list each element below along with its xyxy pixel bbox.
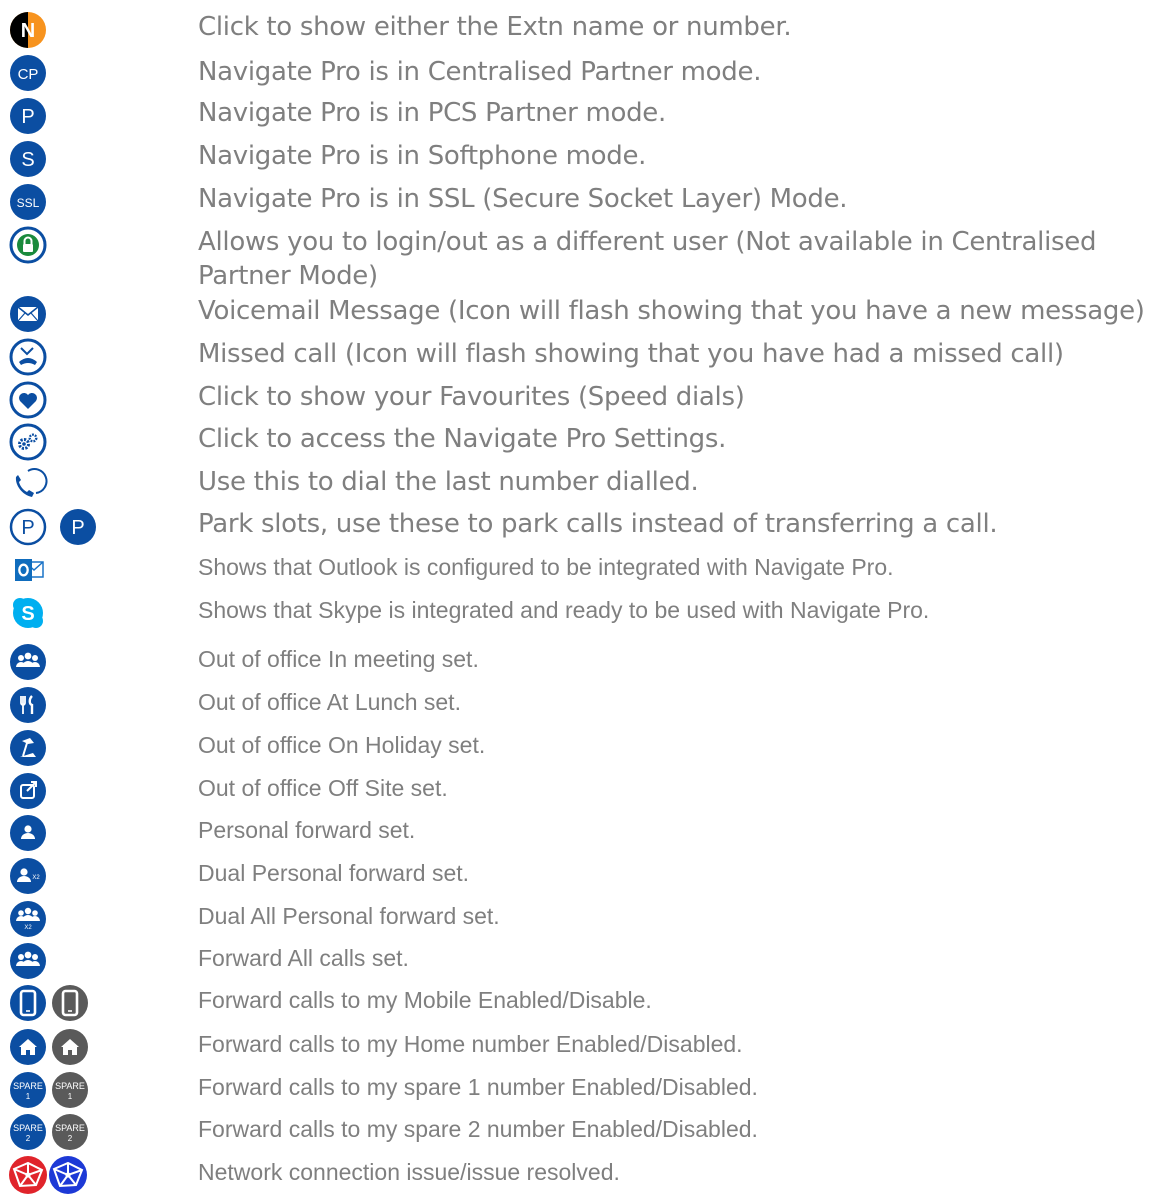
legend-text: Forward All calls set. xyxy=(198,945,409,971)
legend-text: Out of office On Holiday set. xyxy=(198,732,486,758)
off-site-icon xyxy=(10,773,46,809)
spare1-disabled-icon[interactable]: SPARE 1 xyxy=(50,1070,90,1110)
redial-icon[interactable] xyxy=(8,465,48,505)
legend-text: Forward calls to my Mobile Enabled/Disab… xyxy=(198,987,652,1013)
svg-text:P: P xyxy=(21,517,34,539)
centralised-partner-icon: CP xyxy=(10,55,46,91)
svg-text:2: 2 xyxy=(26,1134,31,1143)
legend-text: Personal forward set. xyxy=(198,817,416,843)
svg-text:1: 1 xyxy=(26,1092,31,1101)
legend-text: Forward calls to my spare 1 number Enabl… xyxy=(198,1074,758,1100)
mobile-enabled-icon[interactable] xyxy=(8,983,48,1023)
forward-all-icon xyxy=(10,943,46,979)
missed-call-icon[interactable] xyxy=(8,337,48,377)
svg-text:CP: CP xyxy=(18,66,39,83)
legend-text: Out of office In meeting set. xyxy=(198,646,479,672)
svg-text:N: N xyxy=(21,20,35,42)
outlook-icon xyxy=(15,559,44,581)
ssl-icon: SSL xyxy=(10,184,46,220)
legend-text: Park slots, use these to park calls inst… xyxy=(198,509,998,539)
legend-text: Missed call (Icon will flash showing tha… xyxy=(198,339,1064,369)
svg-text:SPARE: SPARE xyxy=(55,1081,85,1091)
svg-text:SPARE: SPARE xyxy=(13,1123,43,1133)
voicemail-icon[interactable] xyxy=(8,294,48,334)
svg-text:P: P xyxy=(21,106,34,128)
home-enabled-icon[interactable] xyxy=(8,1027,48,1067)
svg-text:S: S xyxy=(21,603,34,625)
svg-text:SSL: SSL xyxy=(17,196,40,210)
at-lunch-icon xyxy=(10,687,46,723)
dual-personal-forward-icon: X2 xyxy=(10,858,46,894)
lock-login-icon[interactable] xyxy=(8,225,48,265)
pcs-partner-icon: P xyxy=(10,98,46,134)
name-number-toggle-icon: N xyxy=(10,12,46,48)
skype-icon: S xyxy=(13,598,43,628)
legend-text: Navigate Pro is in Centralised Partner m… xyxy=(198,57,762,87)
legend-text: Dual Personal forward set. xyxy=(198,860,470,886)
network-resolved-icon xyxy=(49,1156,87,1194)
legend-text: Click to show either the Extn name or nu… xyxy=(198,12,792,42)
legend-text: Dual All Personal forward set. xyxy=(198,903,500,929)
park-slot-filled-icon[interactable]: P xyxy=(58,507,98,547)
home-disabled-icon[interactable] xyxy=(50,1027,90,1067)
svg-text:P: P xyxy=(71,517,84,539)
legend-text: Shows that Skype is integrated and ready… xyxy=(198,597,930,623)
svg-text:X2: X2 xyxy=(32,875,40,881)
legend-text: Network connection issue/issue resolved. xyxy=(198,1159,620,1185)
svg-text:2: 2 xyxy=(68,1134,73,1143)
legend-text: Navigate Pro is in Softphone mode. xyxy=(198,141,647,171)
network-issue-icon xyxy=(9,1156,47,1194)
svg-text:1: 1 xyxy=(68,1092,73,1101)
legend-text: Navigate Pro is in PCS Partner mode. xyxy=(198,98,666,128)
legend-text: Out of office Off Site set. xyxy=(198,775,448,801)
mobile-disabled-icon[interactable] xyxy=(50,983,90,1023)
svg-text:X2: X2 xyxy=(24,925,32,931)
softphone-icon: S xyxy=(10,141,46,177)
legend-text: Forward calls to my Home number Enabled/… xyxy=(198,1031,743,1057)
personal-forward-icon xyxy=(10,815,46,851)
in-meeting-icon xyxy=(10,644,46,680)
svg-text:SPARE: SPARE xyxy=(55,1123,85,1133)
settings-gears-icon[interactable] xyxy=(8,422,48,462)
legend-text: Forward calls to my spare 2 number Enabl… xyxy=(198,1116,758,1142)
legend-text: Allows you to login/out as a different u… xyxy=(198,227,1097,291)
legend-text: Click to access the Navigate Pro Setting… xyxy=(198,424,727,454)
legend-text: Use this to dial the last number dialled… xyxy=(198,467,699,497)
legend-text: Voicemail Message (Icon will flash showi… xyxy=(198,296,1145,326)
legend-text: Out of office At Lunch set. xyxy=(198,689,461,715)
dual-all-personal-forward-icon: X2 xyxy=(10,901,46,937)
legend-text: Click to show your Favourites (Speed dia… xyxy=(198,382,745,412)
svg-text:S: S xyxy=(21,149,34,171)
spare2-disabled-icon[interactable]: SPARE 2 xyxy=(50,1112,90,1152)
legend-text: Navigate Pro is in SSL (Secure Socket La… xyxy=(198,184,848,214)
park-slot-empty-icon[interactable]: P xyxy=(8,507,48,547)
svg-text:SPARE: SPARE xyxy=(13,1081,43,1091)
icon-legend: N Click to show either the Extn name or … xyxy=(0,0,1173,1194)
spare2-enabled-icon[interactable]: SPARE 2 xyxy=(8,1112,48,1152)
favourites-heart-icon[interactable] xyxy=(8,380,48,420)
spare1-enabled-icon[interactable]: SPARE 1 xyxy=(8,1070,48,1110)
legend-text: Shows that Outlook is configured to be i… xyxy=(198,554,894,580)
on-holiday-icon xyxy=(10,730,46,766)
